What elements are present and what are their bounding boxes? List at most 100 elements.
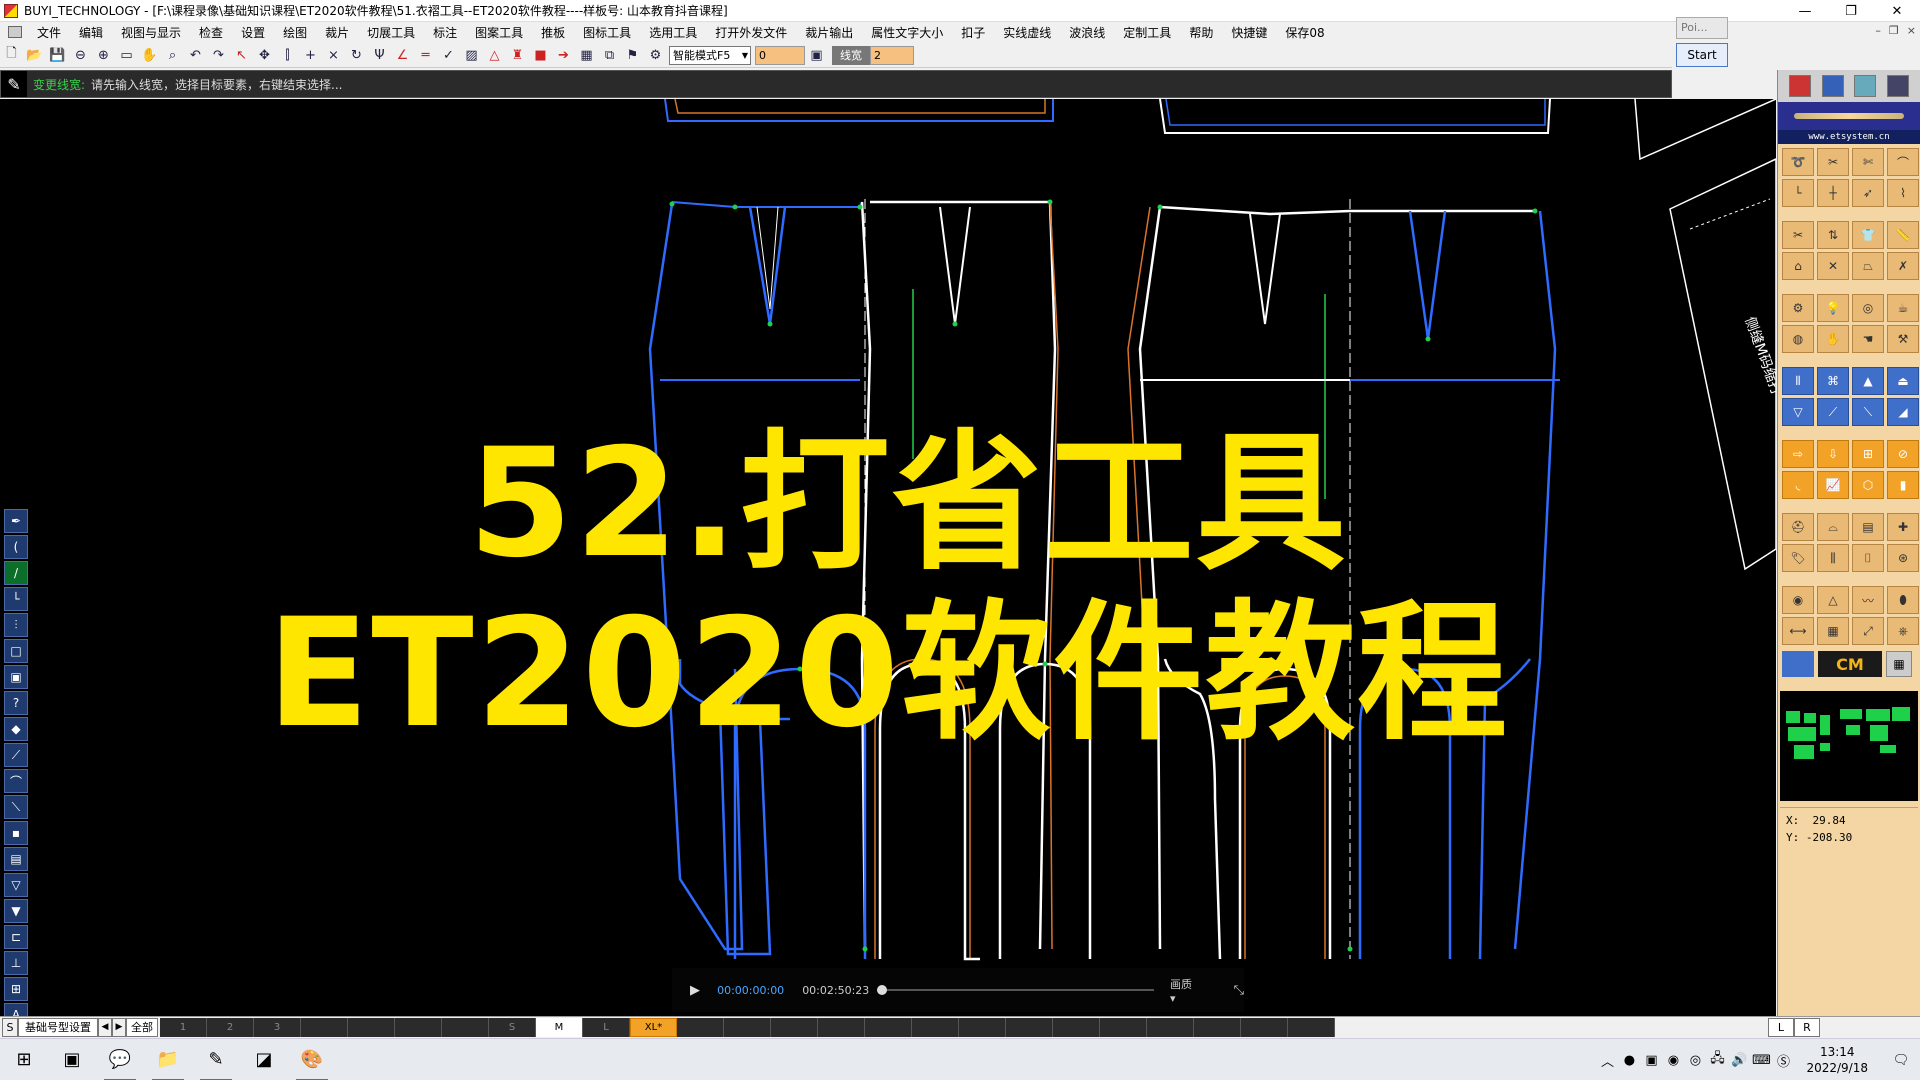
volume-icon[interactable]: 🔊 (1728, 1053, 1750, 1068)
left-button[interactable]: L (1768, 1017, 1794, 1037)
corner-ruler-icon[interactable]: └ (1782, 179, 1814, 207)
size-cell[interactable] (1053, 1017, 1100, 1037)
button-icon[interactable]: ⊛ (1887, 544, 1919, 572)
size-cell[interactable] (1241, 1017, 1288, 1037)
progress-knob[interactable] (877, 985, 888, 995)
base-size-tab[interactable]: 基础号型设置 (18, 1017, 98, 1037)
size-cell[interactable] (395, 1017, 442, 1037)
shape-orange-icon[interactable]: ⬡ (1852, 471, 1884, 499)
size-cell[interactable] (865, 1017, 912, 1037)
ruler-icon[interactable]: 📏 (1887, 221, 1919, 249)
progress-track[interactable] (877, 985, 1154, 995)
size-s-button[interactable]: S (2, 1017, 18, 1037)
menu-grading[interactable]: 推板 (532, 24, 574, 41)
bulb-icon[interactable]: 💡 (1817, 294, 1849, 322)
prev-arrow-icon[interactable]: ◀ (98, 1017, 112, 1037)
vector-icon[interactable]: ⤢ (1852, 617, 1884, 645)
clamp-icon[interactable]: ⎈ (1887, 617, 1919, 645)
diagonal-icon[interactable]: ⟍ (1852, 398, 1884, 426)
menu-text-size[interactable]: 属性文字大小 (862, 24, 952, 41)
save-icon[interactable]: 💾 (47, 45, 68, 66)
shaper-icon[interactable]: ⌇ (1887, 179, 1919, 207)
size-cell[interactable]: S (489, 1017, 536, 1037)
bars-icon[interactable]: ▮ (1887, 471, 1919, 499)
drawing-canvas[interactable]: 侧缝M码缩打 ✒ (/ └ ⫶ □ ▣ ? ◆ ⟋ ⌒ ⟍ ▪ ▤ ▽ ▼ ⊏… (0, 99, 1776, 1016)
move-icon[interactable]: ✥ (254, 45, 275, 66)
menu-select-tools[interactable]: 选用工具 (640, 24, 706, 41)
menu-slash-spread[interactable]: 切展工具 (358, 24, 424, 41)
text-tool-icon[interactable]: A (4, 1003, 28, 1016)
size-cell[interactable] (1147, 1017, 1194, 1037)
mode-select[interactable]: 智能模式F5 (669, 45, 751, 65)
no-icon[interactable]: ⊘ (1887, 440, 1919, 468)
dashed-cross-icon[interactable]: ┼ (1817, 179, 1849, 207)
menu-piece-output[interactable]: 裁片输出 (796, 24, 862, 41)
menu-custom-tools[interactable]: 定制工具 (1114, 24, 1180, 41)
wechat-tray-icon[interactable]: ● (1618, 1053, 1640, 1068)
size-cell[interactable] (959, 1017, 1006, 1037)
cross-mark-icon[interactable]: ✕ (1817, 252, 1849, 280)
size-cell[interactable]: M (536, 1017, 583, 1037)
size-cell[interactable] (1194, 1017, 1241, 1037)
pan-hand-icon[interactable]: ✋ (139, 45, 160, 66)
menu-view[interactable]: 视图与显示 (112, 24, 190, 41)
hatch-icon[interactable]: ▨ (461, 45, 482, 66)
size-cell[interactable] (301, 1017, 348, 1037)
spiral-icon[interactable]: ◎ (1852, 294, 1884, 322)
fold-icon[interactable]: ⌘ (1817, 367, 1849, 395)
zoom-in-icon[interactable]: ⊕ (93, 45, 114, 66)
rotate-icon[interactable]: ↻ (346, 45, 367, 66)
glove-icon[interactable]: ✋ (1817, 325, 1849, 353)
dart-tool-icon[interactable]: ▼ (4, 899, 28, 923)
maximize-button[interactable]: ❐ (1828, 0, 1874, 22)
redo-icon[interactable]: ↷ (208, 45, 229, 66)
menu-buttons[interactable]: 扣子 (952, 24, 994, 41)
mdi-close-button[interactable]: × (1907, 24, 1916, 37)
hammer-icon[interactable]: ⚒ (1887, 325, 1919, 353)
size-cell[interactable] (677, 1017, 724, 1037)
funnel-tool-icon[interactable]: ▽ (4, 873, 28, 897)
palette-icon[interactable]: ■ (530, 45, 551, 66)
next-arrow-icon[interactable]: ▶ (112, 1017, 126, 1037)
start-button[interactable]: Start (1676, 43, 1728, 67)
mdi-minimize-button[interactable]: – (1875, 24, 1881, 37)
align-tool-icon[interactable]: ⊞ (4, 977, 28, 1001)
calculator-icon[interactable]: ▦ (1886, 651, 1912, 677)
qq2-tray-icon[interactable]: ◎ (1684, 1053, 1706, 1068)
input-method-icon[interactable]: ⌨ (1750, 1053, 1772, 1068)
collar-icon[interactable]: ◟ (1782, 471, 1814, 499)
menu-check[interactable]: 检查 (190, 24, 232, 41)
size-cell[interactable] (442, 1017, 489, 1037)
size-cell[interactable] (818, 1017, 865, 1037)
unit-blue-icon[interactable] (1782, 651, 1814, 677)
grid-icon[interactable]: ▦ (576, 45, 597, 66)
intersect-icon[interactable]: ⨯ (323, 45, 344, 66)
vertical-line-icon[interactable]: ⫿ (277, 45, 298, 66)
size-cell[interactable] (1100, 1017, 1147, 1037)
new-file-icon[interactable]: 🗋 (1, 45, 22, 66)
layers-icon[interactable]: ⧉ (599, 45, 620, 66)
select-arrow-icon[interactable]: ↖ (231, 45, 252, 66)
task-view-icon[interactable]: ▣ (48, 1039, 96, 1080)
et-app-icon[interactable]: ✎ (192, 1039, 240, 1080)
size-cell[interactable]: 3 (254, 1017, 301, 1037)
notification-icon[interactable]: 🗨 (1890, 1053, 1912, 1068)
measure-line-icon[interactable]: ⟷ (1782, 617, 1814, 645)
pattern-preview[interactable] (1780, 691, 1918, 801)
pleat-icon[interactable]: ⫴ (1782, 367, 1814, 395)
disk-tool-icon[interactable]: ▪ (4, 821, 28, 845)
popup-window[interactable]: Poi... (1676, 17, 1728, 39)
flag-tool-icon[interactable] (1821, 75, 1844, 97)
dart-icon[interactable]: ▽ (1782, 398, 1814, 426)
menu-pieces[interactable]: 裁片 (316, 24, 358, 41)
menu-solid-dash[interactable]: 实线虚线 (994, 24, 1060, 41)
triangle-pleat-icon[interactable]: ▲ (1852, 367, 1884, 395)
tape-icon[interactable]: ◉ (1782, 586, 1814, 614)
size-cell[interactable] (1288, 1017, 1335, 1037)
windows-start-icon[interactable]: ⊞ (0, 1039, 48, 1080)
parallel-line-icon[interactable]: ═ (415, 45, 436, 66)
size-cell[interactable]: 1 (160, 1017, 207, 1037)
open-file-icon[interactable]: 📂 (24, 45, 45, 66)
all-sizes-button[interactable]: 全部 (126, 1017, 158, 1037)
cup-icon[interactable]: ⌓ (1817, 513, 1849, 541)
